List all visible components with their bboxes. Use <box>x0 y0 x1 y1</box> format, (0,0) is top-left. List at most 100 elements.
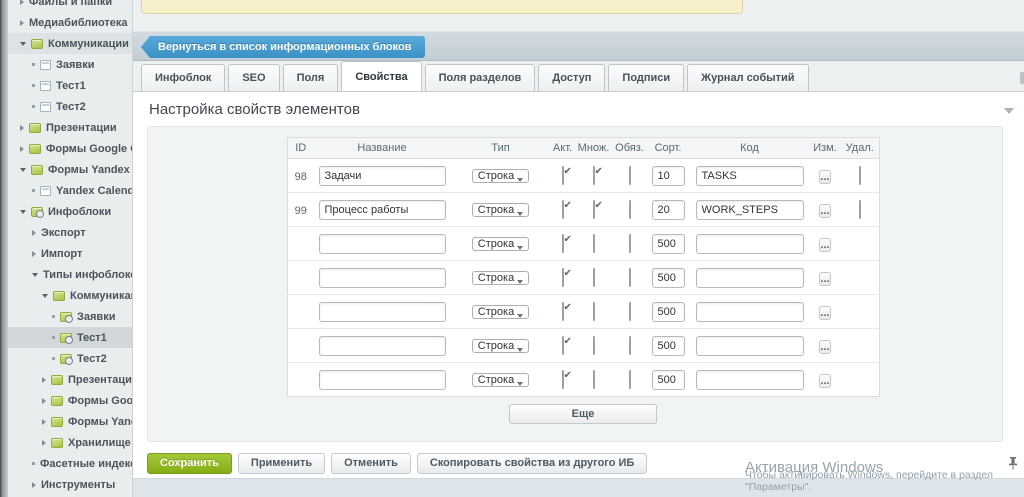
sort-input[interactable]: 500 <box>652 336 685 356</box>
code-input[interactable] <box>696 268 804 288</box>
edit-settings-button[interactable]: ... <box>819 272 830 286</box>
save-button[interactable]: Сохранить <box>147 453 232 474</box>
active-checkbox[interactable] <box>562 166 564 185</box>
collapse-section-icon[interactable] <box>1004 108 1014 114</box>
sidebar-item[interactable]: Тест1 <box>8 327 132 348</box>
apply-button[interactable]: Применить <box>238 453 325 474</box>
type-select[interactable]: Строка <box>472 169 529 183</box>
tab-доступ[interactable]: Доступ <box>538 64 605 91</box>
multiple-checkbox[interactable] <box>593 200 595 219</box>
sidebar-item[interactable]: Yandex Calendar Заявки <box>8 180 132 201</box>
edit-settings-button[interactable]: ... <box>819 306 830 320</box>
sidebar-item[interactable]: Коммуникации <box>8 33 132 54</box>
copy-properties-button[interactable]: Скопировать свойства из другого ИБ <box>417 453 647 474</box>
name-input[interactable] <box>319 302 446 322</box>
tab-поля[interactable]: Поля <box>283 64 339 91</box>
name-input[interactable] <box>319 336 446 356</box>
edit-settings-button[interactable]: ... <box>819 170 830 184</box>
code-input[interactable] <box>696 234 804 254</box>
sidebar-item[interactable]: Формы Google Cale <box>8 390 132 411</box>
sidebar-item[interactable]: Файлы и папки <box>8 0 132 12</box>
sidebar-item[interactable]: Тест2 <box>8 96 132 117</box>
sidebar-item[interactable]: Типы инфоблоков <box>8 264 132 285</box>
tab-подписи[interactable]: Подписи <box>608 64 684 91</box>
back-to-list-button[interactable]: Вернуться в список информационных блоков <box>141 36 425 58</box>
sort-input[interactable]: 500 <box>652 370 685 390</box>
sort-input[interactable]: 500 <box>652 268 685 288</box>
edit-settings-button[interactable]: ... <box>819 204 830 218</box>
type-select[interactable]: Строка <box>472 203 529 217</box>
sidebar-item[interactable]: Инфоблоки <box>8 201 132 222</box>
sidebar-resize-handle[interactable] <box>0 0 8 497</box>
tab-seo[interactable]: SEO <box>228 64 279 91</box>
sidebar-item[interactable]: Инструменты <box>8 474 132 495</box>
required-checkbox[interactable] <box>629 336 631 355</box>
code-input[interactable] <box>696 370 804 390</box>
active-checkbox[interactable] <box>562 268 564 287</box>
more-rows-button[interactable]: Еще <box>509 404 657 424</box>
sidebar-item[interactable]: Формы Yandex Cale <box>8 411 132 432</box>
multiple-checkbox[interactable] <box>593 268 595 287</box>
active-checkbox[interactable] <box>562 302 564 321</box>
sidebar-item[interactable]: Формы Google Calendar <box>8 138 132 159</box>
code-input[interactable]: WORK_STEPS <box>696 200 804 220</box>
code-input[interactable] <box>696 302 804 322</box>
name-input[interactable]: Процесс работы <box>319 200 446 220</box>
sidebar-item[interactable]: Заявки <box>8 54 132 75</box>
tab-поля-разделов[interactable]: Поля разделов <box>425 64 536 91</box>
multiple-checkbox[interactable] <box>593 302 595 321</box>
settings-icon-partial[interactable] <box>1020 72 1024 84</box>
required-checkbox[interactable] <box>629 302 631 321</box>
sidebar-item[interactable]: Формы Yandex Calendar <box>8 159 132 180</box>
required-checkbox[interactable] <box>629 234 631 253</box>
edit-settings-button[interactable]: ... <box>819 238 830 252</box>
code-input[interactable] <box>696 336 804 356</box>
sidebar-item[interactable]: Тест2 <box>8 348 132 369</box>
pin-icon[interactable] <box>1008 457 1018 470</box>
name-input[interactable] <box>319 268 446 288</box>
type-select[interactable]: Строка <box>472 339 529 353</box>
sidebar-item[interactable]: Презентации <box>8 117 132 138</box>
sort-input[interactable]: 500 <box>652 302 685 322</box>
active-checkbox[interactable] <box>562 336 564 355</box>
required-checkbox[interactable] <box>629 268 631 287</box>
required-checkbox[interactable] <box>629 370 631 389</box>
sort-input[interactable]: 10 <box>652 166 685 186</box>
name-input[interactable] <box>319 370 446 390</box>
sidebar-item[interactable]: Заявки <box>8 306 132 327</box>
tab-журнал-событий[interactable]: Журнал событий <box>687 64 808 91</box>
multiple-checkbox[interactable] <box>593 234 595 253</box>
code-input[interactable]: TASKS <box>696 166 804 186</box>
name-input[interactable]: Задачи <box>319 166 446 186</box>
sidebar-item[interactable]: Презентации <box>8 369 132 390</box>
tab-инфоблок[interactable]: Инфоблок <box>141 64 225 91</box>
cancel-button[interactable]: Отменить <box>331 453 411 474</box>
edit-settings-button[interactable]: ... <box>819 374 830 388</box>
type-select[interactable]: Строка <box>472 305 529 319</box>
name-input[interactable] <box>319 234 446 254</box>
required-checkbox[interactable] <box>629 200 631 219</box>
sort-input[interactable]: 20 <box>652 200 685 220</box>
sidebar-item[interactable]: Фасетные индексы <box>8 453 132 474</box>
type-select[interactable]: Строка <box>472 271 529 285</box>
multiple-checkbox[interactable] <box>593 370 595 389</box>
delete-checkbox[interactable] <box>859 200 861 219</box>
active-checkbox[interactable] <box>562 200 564 219</box>
active-checkbox[interactable] <box>562 234 564 253</box>
sidebar-item[interactable]: Экспорт <box>8 222 132 243</box>
tab-свойства[interactable]: Свойства <box>341 61 421 91</box>
edit-settings-button[interactable]: ... <box>819 340 830 354</box>
type-select[interactable]: Строка <box>472 237 529 251</box>
required-checkbox[interactable] <box>629 166 631 185</box>
sidebar-item[interactable]: Импорт <box>8 243 132 264</box>
sidebar-item[interactable]: Медиабиблиотека <box>8 12 132 33</box>
active-checkbox[interactable] <box>562 370 564 389</box>
multiple-checkbox[interactable] <box>593 166 595 185</box>
type-select[interactable]: Строка <box>472 373 529 387</box>
sort-input[interactable]: 500 <box>652 234 685 254</box>
sidebar-item[interactable]: Тест1 <box>8 75 132 96</box>
multiple-checkbox[interactable] <box>593 336 595 355</box>
sidebar-item[interactable]: Хранилище данных <box>8 432 132 453</box>
delete-checkbox[interactable] <box>859 166 861 185</box>
sidebar-item[interactable]: Коммуникации <box>8 285 132 306</box>
